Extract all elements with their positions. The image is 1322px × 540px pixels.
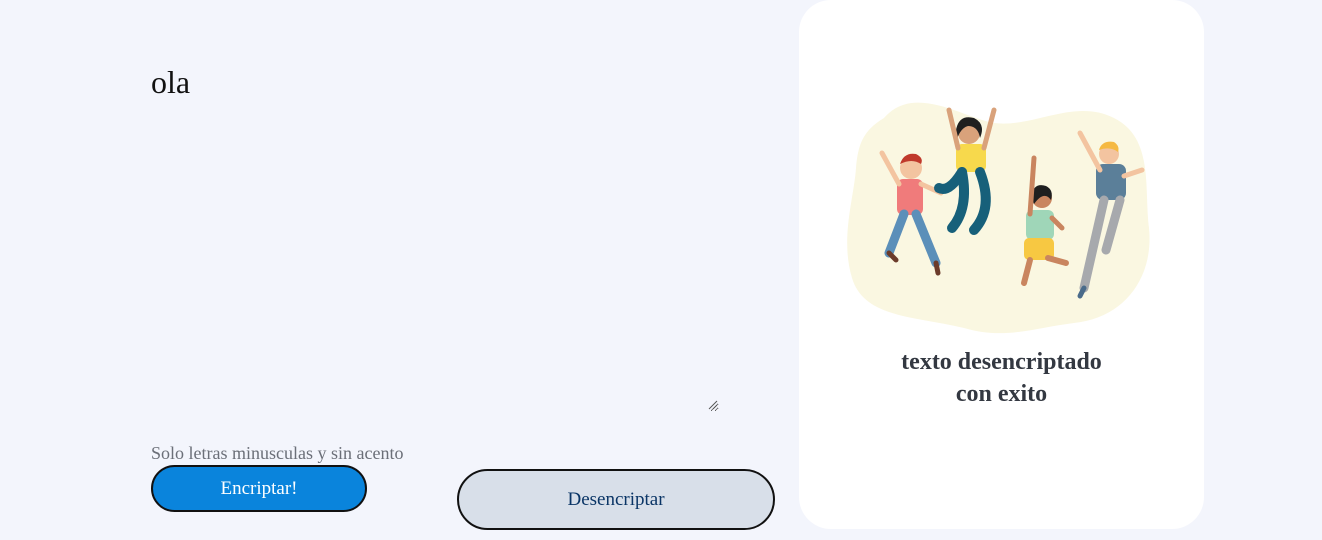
result-card: texto desencriptado con exito xyxy=(799,0,1204,529)
result-message: texto desencriptado con exito xyxy=(799,346,1204,410)
encryptor-page: ola Solo letras minusculas y sin acento … xyxy=(0,0,1322,540)
result-line-2: con exito xyxy=(955,381,1048,407)
result-line-1: texto desencriptado xyxy=(901,349,1102,375)
decrypt-button[interactable]: Desencriptar xyxy=(457,469,775,530)
resize-grip-icon[interactable] xyxy=(708,400,718,410)
text-input[interactable]: ola xyxy=(151,60,719,412)
input-hint: Solo letras minusculas y sin acento xyxy=(151,443,404,463)
encrypt-button[interactable]: Encriptar! xyxy=(151,465,367,512)
people-jumping-illustration xyxy=(847,102,1150,334)
